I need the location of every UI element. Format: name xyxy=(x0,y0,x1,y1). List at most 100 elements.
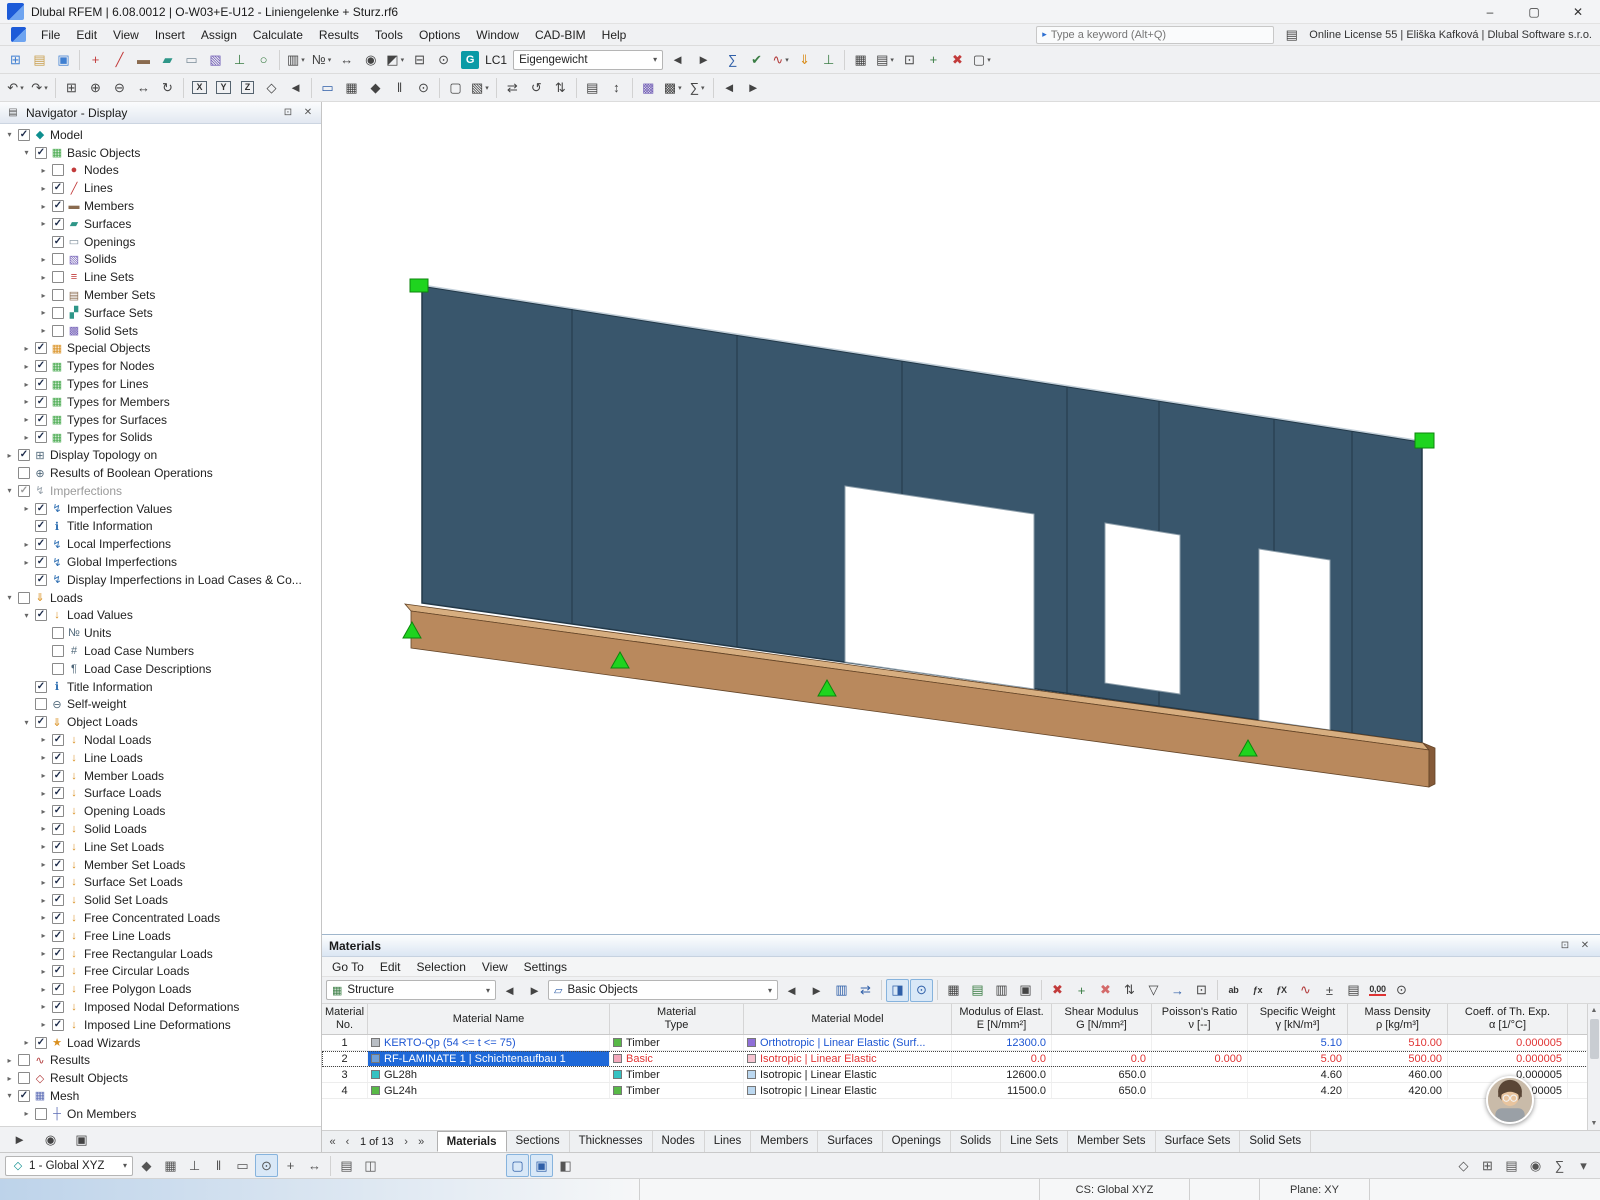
checkbox[interactable]: ✓ xyxy=(35,520,47,533)
layers-icon[interactable]: ▤ xyxy=(1500,1154,1523,1177)
cell-value-1[interactable]: 650.0 xyxy=(1052,1067,1152,1082)
previous-view-icon[interactable]: ◄ xyxy=(284,76,307,99)
prev-load-case-icon[interactable]: ◄ xyxy=(718,76,741,99)
chart-icon[interactable]: ∿ xyxy=(1294,979,1317,1002)
material-row-2[interactable]: 2 RF-LAMINATE 1 | Schichtenaufbau 1 Basic I… xyxy=(322,1051,1600,1067)
checkbox[interactable]: ✓ xyxy=(52,217,64,230)
checkbox[interactable] xyxy=(52,164,64,177)
expand-arrow-icon[interactable]: ▸ xyxy=(38,931,49,940)
expand-arrow-icon[interactable]: ▸ xyxy=(38,896,49,905)
checkbox[interactable]: ✓ xyxy=(35,413,47,426)
expand-arrow-icon[interactable]: ▸ xyxy=(38,753,49,762)
expand-arrow-icon[interactable]: ▸ xyxy=(38,949,49,958)
cell-material-model[interactable]: Isotropic | Linear Elastic xyxy=(744,1083,952,1098)
insert-line-icon[interactable]: ╱ xyxy=(108,48,131,71)
search-input[interactable] xyxy=(1050,28,1269,41)
nav-item-solid-set-loads[interactable]: ▸ ✓ ↓ Solid Set Loads xyxy=(0,891,321,909)
prev-table-icon[interactable]: ◄ xyxy=(498,979,521,1002)
checkbox[interactable]: ✓ xyxy=(52,182,64,195)
view-x-icon[interactable]: X xyxy=(188,76,211,99)
selection-mode-icon[interactable]: ▢ ▾ xyxy=(970,48,994,71)
nav-item-free-concentrated-loads[interactable]: ▸ ✓ ↓ Free Concentrated Loads xyxy=(0,909,321,927)
nav-item-line-loads[interactable]: ▸ ✓ ↓ Line Loads xyxy=(0,749,321,767)
checkbox[interactable] xyxy=(18,591,30,604)
nav-item-solid-sets[interactable]: ▸ ▩ Solid Sets xyxy=(0,322,321,340)
nodal-support-top-left[interactable] xyxy=(409,278,429,293)
nav-item-surface-loads[interactable]: ▸ ✓ ↓ Surface Loads xyxy=(0,784,321,802)
prev-table-page-icon[interactable]: ‹ xyxy=(340,1134,355,1150)
cell-value-0[interactable]: 0.0 xyxy=(952,1051,1052,1066)
visibility-icon[interactable]: ◉ xyxy=(359,48,382,71)
more-icon[interactable]: ▾ xyxy=(1572,1154,1595,1177)
tab-sections[interactable]: Sections xyxy=(507,1131,570,1152)
insert-surface-icon[interactable]: ▰ xyxy=(156,48,179,71)
expand-arrow-icon[interactable]: ▸ xyxy=(38,842,49,851)
checkbox[interactable]: ✓ xyxy=(52,787,64,800)
next-table-icon[interactable]: ► xyxy=(523,979,546,1002)
nav-item-mesh[interactable]: ▾ ✓ ▦ Mesh xyxy=(0,1087,321,1105)
ortho-toggle-icon[interactable]: ⊥ xyxy=(183,1154,206,1177)
checkbox[interactable]: ✓ xyxy=(35,573,47,586)
expand-arrow-icon[interactable]: ▸ xyxy=(4,1056,15,1065)
cell-value-4[interactable]: 420.00 xyxy=(1348,1083,1448,1098)
expand-arrow-icon[interactable]: ▸ xyxy=(21,558,32,567)
nav-item-result-objects[interactable]: ▸ ◇ Result Objects xyxy=(0,1069,321,1087)
nav-item-types-for-nodes[interactable]: ▸ ✓ ▦ Types for Nodes xyxy=(0,357,321,375)
menu-results[interactable]: Results xyxy=(311,24,367,46)
zoom-out-icon[interactable]: ⊖ xyxy=(108,76,131,99)
zoom-in-icon[interactable]: ⊕ xyxy=(84,76,107,99)
snap-toggle-icon[interactable]: ◆ xyxy=(135,1154,158,1177)
checkbox[interactable] xyxy=(18,1054,30,1067)
expand-arrow-icon[interactable]: ▸ xyxy=(38,273,49,282)
menu-calculate[interactable]: Calculate xyxy=(245,24,311,46)
coordinate-system-combo[interactable]: ◇ 1 - Global XYZ ▾ xyxy=(5,1155,133,1176)
cell-material-no[interactable]: 1 xyxy=(322,1035,368,1050)
checkbox[interactable]: ✓ xyxy=(35,502,47,515)
nav-item-member-set-loads[interactable]: ▸ ✓ ↓ Member Set Loads xyxy=(0,856,321,874)
tab-thicknesses[interactable]: Thicknesses xyxy=(570,1131,653,1152)
checkbox[interactable]: ✓ xyxy=(52,947,64,960)
menu-settings[interactable]: Settings xyxy=(516,957,575,977)
cell-value-3[interactable]: 4.20 xyxy=(1248,1083,1348,1098)
crosshair-toggle-icon[interactable]: + xyxy=(279,1154,302,1177)
menu-go-to[interactable]: Go To xyxy=(324,957,372,977)
nav-item-openings[interactable]: ✓ ▭ Openings xyxy=(0,233,321,251)
expand-arrow-icon[interactable]: ▸ xyxy=(38,860,49,869)
rename-icon[interactable]: ab xyxy=(1222,979,1245,1002)
nav-item-line-set-loads[interactable]: ▸ ✓ ↓ Line Set Loads xyxy=(0,838,321,856)
expand-arrow-icon[interactable]: ▾ xyxy=(21,718,32,727)
nav-item-nodal-loads[interactable]: ▸ ✓ ↓ Nodal Loads xyxy=(0,731,321,749)
expand-arrow-icon[interactable]: ▸ xyxy=(38,807,49,816)
nav-item-nodes[interactable]: ▸ ● Nodes xyxy=(0,162,321,180)
render-mode-icon[interactable]: ◩ ▾ xyxy=(383,48,407,71)
expand-arrow-icon[interactable]: ▸ xyxy=(38,824,49,833)
filter-icon[interactable]: ▽ xyxy=(1142,979,1165,1002)
checkbox[interactable]: ✓ xyxy=(35,395,47,408)
menu-help[interactable]: Help xyxy=(594,24,635,46)
goto-graphic-icon[interactable]: ▥ xyxy=(830,979,853,1002)
menu-edit[interactable]: Edit xyxy=(372,957,409,977)
nav-item-load-case-descriptions[interactable]: ¶ Load Case Descriptions xyxy=(0,660,321,678)
expand-arrow-icon[interactable]: ▸ xyxy=(21,344,32,353)
model-viewport[interactable] xyxy=(322,102,1600,934)
nav-item-opening-loads[interactable]: ▸ ✓ ↓ Opening Loads xyxy=(0,802,321,820)
checkbox[interactable]: ✓ xyxy=(35,538,47,551)
grid-icon[interactable]: ▦ xyxy=(340,76,363,99)
checkbox[interactable]: ✓ xyxy=(52,965,64,978)
cell-value-4[interactable]: 500.00 xyxy=(1348,1051,1448,1066)
expand-arrow-icon[interactable]: ▸ xyxy=(21,540,32,549)
checkbox[interactable] xyxy=(18,467,30,480)
checkbox[interactable]: ✓ xyxy=(35,378,47,391)
cell-material-type[interactable]: Timber xyxy=(610,1083,744,1098)
sync-selection-icon[interactable]: ⇄ xyxy=(854,979,877,1002)
nav-item-member-loads[interactable]: ▸ ✓ ↓ Member Loads xyxy=(0,767,321,785)
nav-item-model[interactable]: ▾ ✓ ◆ Model xyxy=(0,126,321,144)
print-icon[interactable]: ▤ xyxy=(1342,979,1365,1002)
delete-row-icon[interactable]: ✖ xyxy=(1094,979,1117,1002)
visibility-eye-icon[interactable]: ◉ xyxy=(39,1128,62,1151)
filter-next-icon[interactable]: ► xyxy=(805,979,828,1002)
column-header-coeff-of-th-exp-1-c[interactable]: Coeff. of Th. Exp. α [1/°C] xyxy=(1448,1004,1568,1034)
display-mode-icon[interactable]: ▣ xyxy=(70,1128,93,1151)
expand-arrow-icon[interactable]: ▸ xyxy=(38,291,49,300)
material-row-3[interactable]: 3 GL28h Timber Isotropic | Linear Elastic 12… xyxy=(322,1067,1600,1083)
